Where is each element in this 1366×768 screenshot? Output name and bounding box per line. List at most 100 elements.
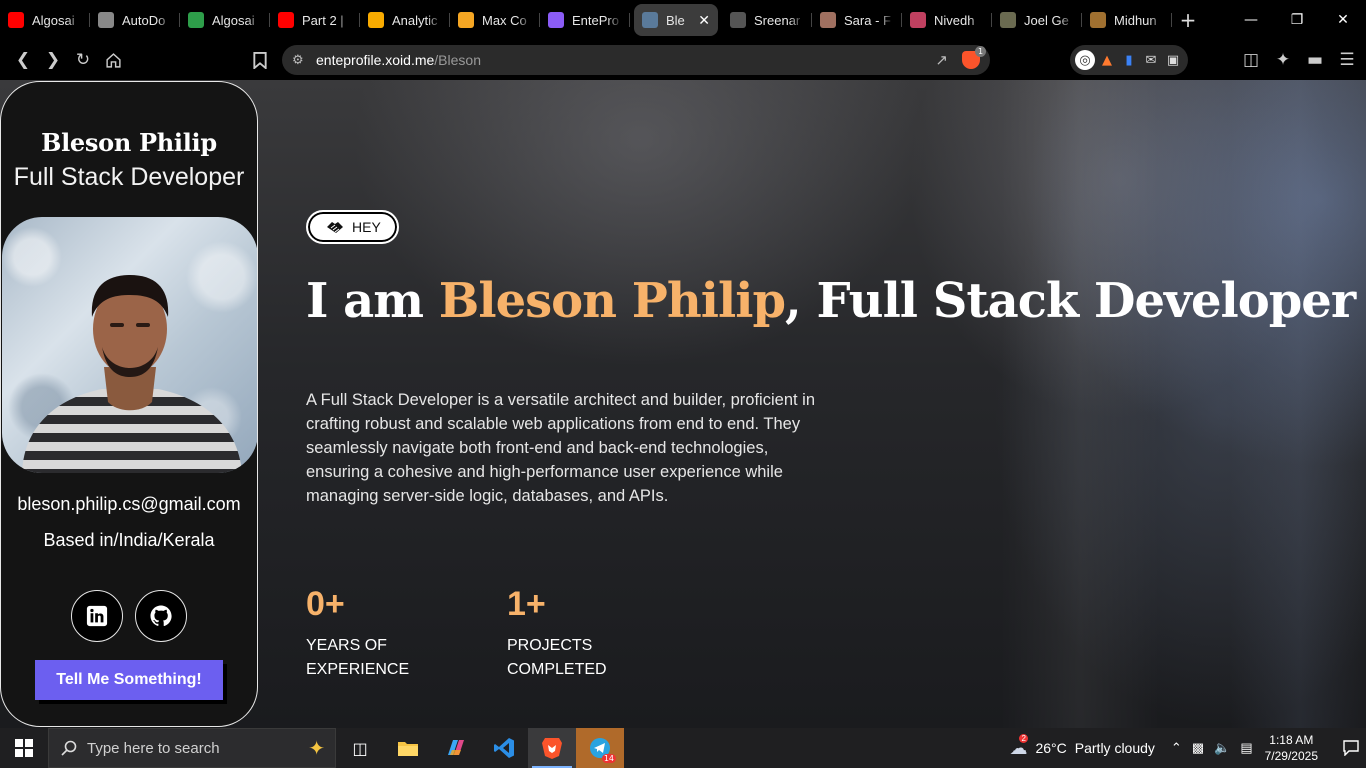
- taskbar-clock[interactable]: 1:18 AM 7/29/2025: [1265, 732, 1318, 764]
- browser-tab[interactable]: Max Co: [450, 4, 540, 36]
- restore-button[interactable]: ❐: [1274, 0, 1320, 40]
- leo-ai-button[interactable]: ✦: [1268, 45, 1298, 75]
- brave-browser-button[interactable]: [528, 728, 576, 768]
- browser-tab-strip: Algosai AutoDo Algosai Part 2 | Analytic Max …: [0, 0, 1366, 40]
- extensions-group: ◎ ▲ ▮ ✉ ▣: [1070, 45, 1188, 75]
- stat-value: 1+: [507, 585, 546, 623]
- telegram-unread-badge: 14: [601, 754, 616, 763]
- extensions-puzzle-icon[interactable]: ✉: [1141, 50, 1161, 70]
- extension-blue-icon[interactable]: ▮: [1119, 50, 1139, 70]
- brave-lion-icon: [542, 738, 562, 759]
- taskbar-search-box[interactable]: Type here to search ✦: [48, 728, 336, 768]
- linkedin-icon: [86, 605, 108, 627]
- search-icon: [61, 740, 77, 756]
- bookmark-button[interactable]: [245, 45, 275, 75]
- profile-name: Bleson Philip: [41, 128, 217, 157]
- profile-role: Full Stack Developer: [13, 163, 245, 191]
- browser-tab[interactable]: Algosai: [180, 4, 270, 36]
- start-button[interactable]: [0, 728, 48, 768]
- folder-icon: [398, 742, 418, 756]
- menu-button[interactable]: ☰: [1332, 45, 1362, 75]
- browser-tab[interactable]: AutoDo: [90, 4, 180, 36]
- close-tab-icon[interactable]: ✕: [698, 12, 710, 29]
- tab-title: Algosai: [212, 12, 255, 28]
- clock-date: 7/29/2025: [1264, 749, 1318, 763]
- vscode-button[interactable]: [480, 728, 528, 768]
- windows-logo-icon: [15, 739, 33, 757]
- stripe-icon: [458, 12, 474, 28]
- browser-tab[interactable]: Algosai: [0, 4, 90, 36]
- headline-prefix: I am: [306, 273, 439, 329]
- close-window-button[interactable]: ✕: [1320, 0, 1366, 40]
- browser-tab[interactable]: Analytic: [360, 4, 450, 36]
- profile-photo-icon: [910, 12, 926, 28]
- extension-circle-icon[interactable]: ◎: [1075, 50, 1095, 70]
- browser-tab[interactable]: Ble ✕: [634, 4, 718, 36]
- green-logo-icon: [188, 12, 204, 28]
- weather-widget[interactable]: ☁ 2 26°C Partly cloudy: [1009, 733, 1155, 759]
- brave-shields-icon[interactable]: 1: [962, 46, 986, 69]
- back-arrow-icon: ❮: [15, 50, 31, 70]
- browser-tab[interactable]: Sreenar: [722, 4, 812, 36]
- browser-tab[interactable]: EntePro: [540, 4, 630, 36]
- reload-button[interactable]: ↻: [68, 45, 98, 75]
- headline-name: Bleson Philip: [438, 273, 786, 329]
- telegram-button[interactable]: 14: [576, 728, 624, 768]
- social-links: [1, 590, 257, 642]
- reading-mode-icon[interactable]: ▣: [1163, 50, 1183, 70]
- tab-title: Max Co: [482, 12, 527, 28]
- copilot-button[interactable]: [432, 728, 480, 768]
- task-view-button[interactable]: ◫: [336, 728, 384, 768]
- wallet-button[interactable]: ▬: [1300, 45, 1330, 75]
- hey-badge-label: HEY: [352, 219, 381, 235]
- weather-badge: 2: [1019, 733, 1028, 743]
- new-tab-button[interactable]: +: [1172, 4, 1204, 36]
- volume-icon[interactable]: 🔈: [1214, 740, 1230, 756]
- browser-tab[interactable]: Sara - F: [812, 4, 902, 36]
- hero-headline: I am Bleson Philip, Full Stack Developer: [306, 273, 1356, 329]
- profile-email[interactable]: bleson.philip.cs@gmail.com: [1, 494, 257, 515]
- stat-value: 0+: [306, 585, 345, 623]
- browser-tab[interactable]: Midhun: [1082, 4, 1172, 36]
- youtube-icon: [278, 12, 294, 28]
- file-explorer-button[interactable]: [384, 728, 432, 768]
- stat-label: YEARS OF EXPERIENCE: [306, 637, 410, 678]
- battery-icon[interactable]: ▩: [1192, 740, 1204, 756]
- url-path: /Bleson: [434, 52, 481, 68]
- extension-fox-icon[interactable]: ▲: [1097, 50, 1117, 70]
- forward-button[interactable]: ❯: [38, 45, 68, 75]
- browser-tab[interactable]: Nivedh: [902, 4, 992, 36]
- profile-photo-icon: [730, 12, 746, 28]
- chevron-up-icon[interactable]: ⌃: [1171, 740, 1182, 756]
- windows-taskbar: Type here to search ✦ ◫ 14 ☁ 2 26°C Partl…: [0, 728, 1366, 768]
- handshake-icon: [327, 222, 343, 233]
- share-icon[interactable]: ↗: [935, 51, 948, 69]
- notifications-button[interactable]: [1336, 740, 1366, 756]
- tab-title: AutoDo: [122, 12, 166, 28]
- globe-icon: [98, 12, 114, 28]
- tab-list: Algosai AutoDo Algosai Part 2 | Analytic Max …: [0, 4, 1172, 36]
- tab-title: Sreenar: [754, 12, 801, 28]
- minimize-button[interactable]: —: [1228, 0, 1274, 40]
- tab-title: Joel Ge: [1024, 12, 1069, 28]
- copilot-icon: [448, 740, 464, 755]
- hamburger-menu-icon: ☰: [1339, 50, 1355, 70]
- browser-tab[interactable]: Joel Ge: [992, 4, 1082, 36]
- sidebar-toggle-button[interactable]: ◫: [1236, 45, 1266, 75]
- reload-icon: ↻: [75, 50, 91, 70]
- address-bar[interactable]: ⚙ enteprofile.xoid.me/Bleson ↗ 1: [282, 45, 990, 75]
- home-button[interactable]: [98, 45, 128, 75]
- window-controls: — ❐ ✕: [1228, 0, 1366, 40]
- shields-count: 1: [975, 46, 986, 57]
- tell-me-something-button[interactable]: Tell Me Something!: [35, 660, 223, 700]
- hey-badge: HEY: [306, 210, 399, 244]
- network-icon[interactable]: ▤: [1240, 740, 1252, 756]
- back-button[interactable]: ❮: [8, 45, 38, 75]
- site-info-icon[interactable]: ⚙: [292, 53, 316, 68]
- browser-tab[interactable]: Part 2 |: [270, 4, 360, 36]
- github-icon: [150, 605, 172, 627]
- github-button[interactable]: [135, 590, 187, 642]
- tab-title: Part 2 |: [302, 12, 344, 28]
- linkedin-button[interactable]: [71, 590, 123, 642]
- bookmark-icon: [253, 51, 267, 69]
